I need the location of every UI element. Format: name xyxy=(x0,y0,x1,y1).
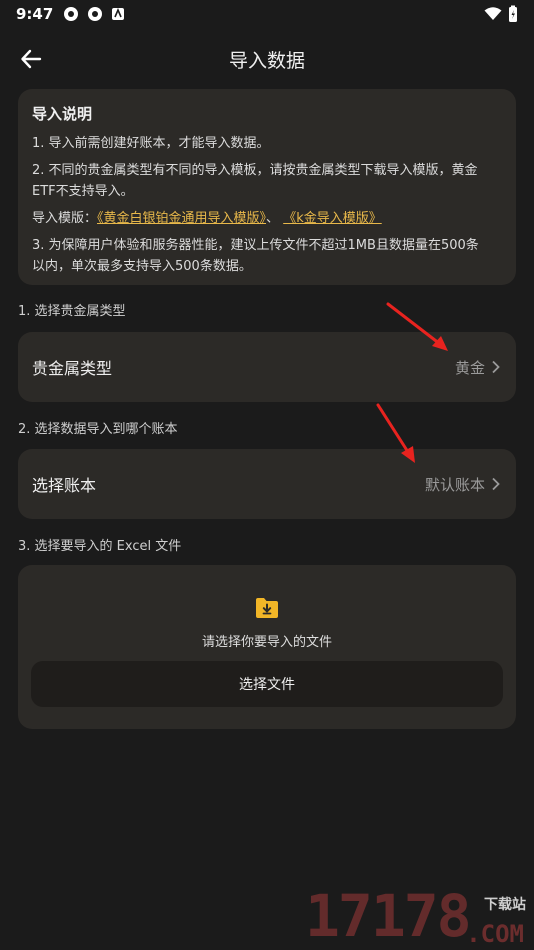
ledger-row[interactable]: 选择账本 默认账本 xyxy=(18,449,516,519)
instruction-line-2: 2. 不同的贵金属类型有不同的导入模板，请按贵金属类型下载导入模版，黄金 ETF… xyxy=(32,160,502,202)
k-gold-template-link[interactable]: 《k金导入模版》 xyxy=(283,211,382,226)
step2-label: 2. 选择数据导入到哪个账本 xyxy=(18,422,178,437)
status-bar: 9:47 xyxy=(0,0,534,28)
app-notification-icon xyxy=(88,7,103,21)
ledger-label: 选择账本 xyxy=(32,476,97,495)
step3-label: 3. 选择要导入的 Excel 文件 xyxy=(18,539,182,554)
system-icons xyxy=(484,5,518,23)
select-file-button[interactable]: 选择文件 xyxy=(31,661,503,707)
instruction-line-1: 1. 导入前需创建好账本，才能导入数据。 xyxy=(32,136,270,151)
watermark-site: 下载站 xyxy=(484,897,526,913)
step1-label: 1. 选择贵金属类型 xyxy=(18,304,126,319)
annotation-arrow-icon xyxy=(386,302,448,351)
annotation-arrow-icon xyxy=(376,403,415,463)
app-notification-icon xyxy=(64,7,79,21)
instruction-line-3b: 以内，单次最多支持导入500条数据。 xyxy=(32,259,252,274)
metal-type-value-group: 黄金 xyxy=(455,357,500,378)
metal-type-value: 黄金 xyxy=(454,358,485,377)
wifi-icon xyxy=(484,7,502,20)
ledger-value-group: 默认账本 xyxy=(425,474,500,495)
instruction-line-2b: ETF不支持导入。 xyxy=(32,184,134,199)
chevron-right-icon xyxy=(492,360,500,374)
chevron-right-icon xyxy=(492,477,500,491)
status-time: 9:47 xyxy=(16,5,54,23)
app-badge-icon xyxy=(112,7,125,20)
instruction-line-2a: 2. 不同的贵金属类型有不同的导入模板，请按贵金属类型下载导入模版，黄金 xyxy=(32,163,478,178)
template-separator: 、 xyxy=(266,211,280,226)
template-prefix: 导入模版： xyxy=(32,211,98,226)
file-select-hint: 请选择你要导入的文件 xyxy=(201,635,332,650)
arrow-left-icon xyxy=(21,49,42,69)
site-watermark: 17178 下载站 .COM xyxy=(305,882,530,950)
ledger-value: 默认账本 xyxy=(424,475,485,494)
notification-icons xyxy=(63,6,125,22)
app-bar: 导入数据 xyxy=(0,36,534,82)
instructions-title: 导入说明 xyxy=(32,105,93,123)
battery-charging-icon xyxy=(509,5,517,22)
metal-type-label: 贵金属类型 xyxy=(32,359,113,378)
instruction-line-3a: 3. 为保障用户体验和服务器性能，建议上传文件不超过1MB且数据量在500条 xyxy=(32,238,479,253)
watermark-com: .COM xyxy=(466,920,524,948)
general-template-link[interactable]: 《黄金白银铂金通用导入模版》 xyxy=(97,211,266,226)
instruction-line-3: 3. 为保障用户体验和服务器性能，建议上传文件不超过1MB且数据量在500条 以… xyxy=(32,235,502,277)
import-instructions-card: 导入说明 1. 导入前需创建好账本，才能导入数据。 2. 不同的贵金属类型有不同… xyxy=(18,89,516,285)
back-button[interactable] xyxy=(14,42,48,76)
file-select-card: 请选择你要导入的文件 选择文件 xyxy=(18,565,516,729)
folder-download-icon xyxy=(256,598,278,618)
watermark-number: 17178 xyxy=(305,882,472,950)
page-title: 导入数据 xyxy=(228,49,305,72)
template-links-line: 导入模版：《黄金白银铂金通用导入模版》、 《k金导入模版》 xyxy=(32,208,502,229)
